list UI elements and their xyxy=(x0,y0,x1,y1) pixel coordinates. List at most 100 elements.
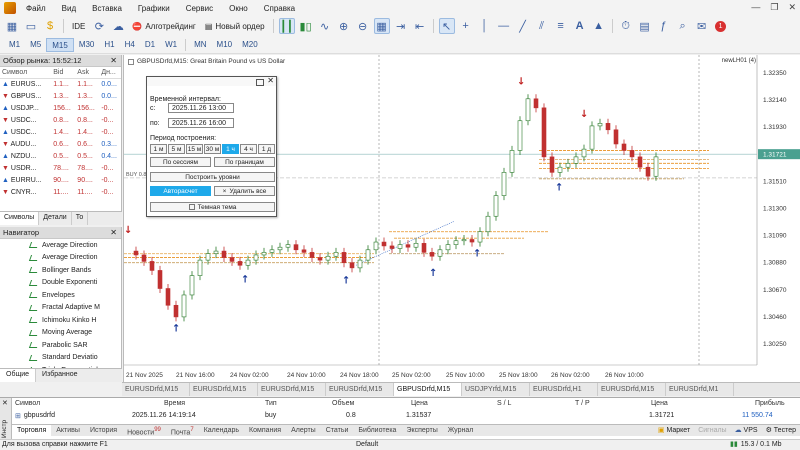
header-sl[interactable]: S / L xyxy=(497,400,511,407)
trendline-icon[interactable]: ╱ xyxy=(515,18,531,34)
chart-tab[interactable]: EURUSDrfd,H1 xyxy=(530,383,598,396)
chart-tab[interactable]: GBPUSDrfd,M15 xyxy=(394,383,462,396)
timeframes-icon[interactable]: ⏱ xyxy=(618,18,634,34)
line-chart-icon[interactable]: ∿ xyxy=(317,18,333,34)
tf-m10[interactable]: M10 xyxy=(212,38,238,52)
chart-tab[interactable]: EURUSDrfd,M15 xyxy=(258,383,326,396)
menu-insert[interactable]: Вставка xyxy=(84,4,130,13)
tf-h1[interactable]: H1 xyxy=(99,38,119,52)
zoom-out-icon[interactable]: ⊖ xyxy=(355,18,371,34)
chart-tab[interactable]: EURUSDrfd,M15 xyxy=(598,383,666,396)
vps-link[interactable]: ☁ VPS xyxy=(735,426,758,434)
by-sessions-button[interactable]: По сессиям xyxy=(150,157,211,167)
tab-ticks[interactable]: То xyxy=(72,212,89,225)
header-volume[interactable]: Объем xyxy=(332,400,354,407)
fibonacci-icon[interactable]: ≡ xyxy=(553,18,569,34)
candles-icon[interactable]: ▮▯ xyxy=(298,18,314,34)
header-profit[interactable]: Прибыль xyxy=(755,400,785,407)
market-watch-row[interactable]: ▲ EURUS... 1.1... 1.1... 0.0... xyxy=(0,78,121,90)
new-order-button[interactable]: ▤ Новый ордер xyxy=(202,18,268,34)
menu-view[interactable]: Вид xyxy=(54,4,84,13)
tf-m5[interactable]: M5 xyxy=(25,38,46,52)
connection-status[interactable]: ▮▮ 15.3 / 0.1 Mb xyxy=(730,440,782,450)
messages-icon[interactable]: ✉ xyxy=(694,18,710,34)
grid-icon[interactable]: ▦ xyxy=(373,18,390,34)
column-header-symbol[interactable]: Символ xyxy=(0,67,52,79)
delete-all-button[interactable]: × Удалить все xyxy=(214,186,275,196)
header-symbol[interactable]: Символ xyxy=(15,400,40,407)
zoom-in-icon[interactable]: ⊕ xyxy=(336,18,352,34)
toolbox-tab[interactable]: Календарь xyxy=(199,425,244,436)
build-levels-button[interactable]: Построить уровни xyxy=(150,172,275,182)
tf-h4[interactable]: H4 xyxy=(120,38,140,52)
market-watch-row[interactable]: ▼ USDC... 0.8... 0.8... -0... xyxy=(0,114,121,126)
close-icon[interactable]: ✕ xyxy=(2,399,8,407)
market-watch-row[interactable]: ▲ EURRU... 90.... 90.... -0... xyxy=(0,174,121,186)
toolbox-tab[interactable]: Почта7 xyxy=(166,425,199,436)
period-button[interactable]: 1 м xyxy=(150,144,167,154)
toolbox-tab[interactable]: Компания xyxy=(244,425,286,436)
tf-m30[interactable]: M30 xyxy=(74,38,100,52)
toolbox-tab[interactable]: Журнал xyxy=(443,425,479,436)
header-price[interactable]: Цена xyxy=(411,400,428,407)
templates-icon[interactable]: ▤ xyxy=(637,18,653,34)
period-button[interactable]: 1 д xyxy=(258,144,275,154)
refresh-icon[interactable]: ⟳ xyxy=(91,18,107,34)
ide-button[interactable]: IDE xyxy=(69,18,88,34)
minimize-icon[interactable]: — xyxy=(751,2,760,13)
autoscroll-icon[interactable]: ⇥ xyxy=(393,18,409,34)
algo-trading-button[interactable]: ⛔ Алготрейдинг xyxy=(129,18,199,34)
toolbox-tab[interactable]: Активы xyxy=(51,425,85,436)
position-row[interactable]: ⊞ gbpusdrfd xyxy=(15,412,55,420)
autocalc-button[interactable]: Авторасчет xyxy=(150,186,211,196)
chart-tab[interactable]: EURUSDrfd,M15 xyxy=(122,383,190,396)
navigator-item[interactable]: Envelopes xyxy=(0,289,121,302)
add-symbol-icon[interactable]: $ xyxy=(42,18,58,34)
to-date-input[interactable]: 2025.11.26 16:00 xyxy=(168,118,234,128)
close-icon[interactable]: ✕ xyxy=(788,2,796,13)
search-icon[interactable]: ⌕ xyxy=(675,18,691,34)
navigator-item[interactable]: Average Direction xyxy=(0,239,121,252)
column-header-bid[interactable]: Bid xyxy=(51,67,76,79)
navigator-item[interactable]: Ichimoku Kinko H xyxy=(0,314,121,327)
period-button[interactable]: 5 м xyxy=(168,144,185,154)
navigator-item[interactable]: Moving Average xyxy=(0,327,121,340)
chart-shift-icon[interactable]: ⇤ xyxy=(412,18,428,34)
indicators-icon[interactable]: ƒ xyxy=(656,18,672,34)
bar-chart-icon[interactable]: ┃┃ xyxy=(278,18,295,34)
navigator-item[interactable]: Double Exponenti xyxy=(0,277,121,290)
header-tp[interactable]: T / P xyxy=(575,400,590,407)
header-time[interactable]: Время xyxy=(164,400,185,407)
horizontal-line-icon[interactable]: — xyxy=(496,18,512,34)
menu-help[interactable]: Справка xyxy=(256,4,303,13)
close-icon[interactable]: ✕ xyxy=(267,76,274,85)
vertical-line-icon[interactable]: │ xyxy=(477,18,493,34)
dark-theme-button[interactable]: Темная тема xyxy=(150,202,275,212)
text-icon[interactable]: A xyxy=(572,18,588,34)
navigator-item[interactable]: Parabolic SAR xyxy=(0,339,121,352)
cursor-icon[interactable]: ↖ xyxy=(438,18,455,34)
menu-window[interactable]: Окно xyxy=(221,4,256,13)
navigator-item[interactable]: Fractal Adaptive M xyxy=(0,302,121,315)
navigator-item[interactable]: Bollinger Bands xyxy=(0,264,121,277)
shapes-icon[interactable]: ▲ xyxy=(591,18,607,34)
restore-icon[interactable]: ❐ xyxy=(770,2,778,13)
chart-tab[interactable]: EURUSDrfd,M15 xyxy=(326,383,394,396)
navigator-item[interactable]: Average Direction xyxy=(0,252,121,265)
column-header-change[interactable]: Дн... xyxy=(99,67,121,79)
profiles-icon[interactable]: ▭ xyxy=(23,18,39,34)
market-link[interactable]: ▣ Маркет xyxy=(658,426,690,434)
market-watch-row[interactable]: ▼ CNYR... 11.... 11.... -0... xyxy=(0,186,121,198)
header-type[interactable]: Тип xyxy=(265,400,277,407)
close-icon[interactable]: ✕ xyxy=(110,55,117,67)
column-header-ask[interactable]: Ask xyxy=(75,67,100,79)
period-button[interactable]: 15 м xyxy=(186,144,203,154)
toolbox-tab[interactable]: Алерты xyxy=(286,425,321,436)
tab-details[interactable]: Детали xyxy=(39,212,72,225)
chart-tab[interactable]: USDJPYrfd,M15 xyxy=(462,383,530,396)
new-chart-icon[interactable]: ▦ xyxy=(4,18,20,34)
header-current-price[interactable]: Цена xyxy=(651,400,668,407)
toolbox-tab[interactable]: История xyxy=(85,425,122,436)
market-watch-row[interactable]: ▼ AUDU... 0.6... 0.6... 0.3... xyxy=(0,138,121,150)
menu-tools[interactable]: Сервис xyxy=(178,4,221,13)
